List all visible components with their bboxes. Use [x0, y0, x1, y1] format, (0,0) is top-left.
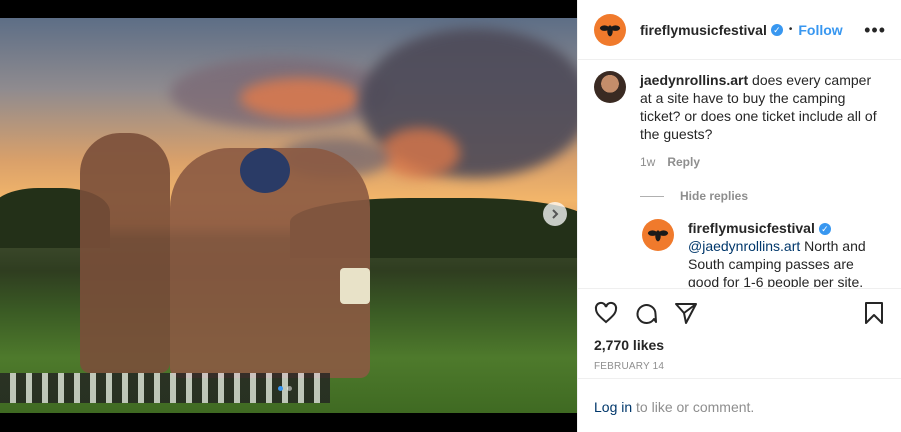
login-prompt: Log in to like or comment.	[578, 378, 901, 415]
reply-mention[interactable]: @jaedynrollins.art	[688, 238, 800, 254]
carousel-dot	[278, 386, 283, 391]
like-count[interactable]: 2,770 likes	[594, 337, 886, 353]
firefly-logo-icon	[647, 230, 669, 242]
account-avatar[interactable]	[594, 13, 626, 46]
post-photo[interactable]	[0, 0, 577, 432]
festival-scene-image	[0, 18, 577, 413]
account-username[interactable]: fireflymusicfestival	[640, 22, 767, 38]
carousel-dot	[287, 386, 292, 391]
comments-section[interactable]: jaedynrollins.art does every camper at a…	[578, 61, 901, 287]
comment-age: 1w	[640, 155, 656, 169]
chevron-right-icon	[552, 209, 559, 219]
next-slide-button[interactable]	[543, 202, 567, 226]
follow-button[interactable]: Follow	[798, 22, 842, 38]
reply-avatar[interactable]	[642, 219, 674, 251]
login-link[interactable]: Log in	[594, 399, 632, 415]
post-sidebar: fireflymusicfestival ✓ • Follow ••• jaed…	[577, 0, 901, 432]
firefly-logo-icon	[599, 24, 621, 36]
reply-comment: fireflymusicfestival ✓ @jaedynrollins.art…	[578, 203, 901, 287]
separator-dot: •	[788, 24, 793, 35]
more-options-button[interactable]: •••	[864, 21, 886, 39]
reply-body: fireflymusicfestival ✓ @jaedynrollins.art…	[688, 219, 886, 287]
reply-button[interactable]: Reply	[667, 155, 700, 169]
login-suffix: to like or comment.	[632, 399, 755, 415]
comment-body: jaedynrollins.art does every camper at a…	[640, 71, 886, 143]
bookmark-icon[interactable]	[862, 301, 886, 325]
reply-username[interactable]: fireflymusicfestival	[688, 220, 815, 236]
comment-meta: 1w Reply	[640, 155, 901, 169]
commenter-username[interactable]: jaedynrollins.art	[640, 72, 748, 88]
action-icons	[594, 297, 886, 329]
post-actions: 2,770 likes FEBRUARY 14	[578, 288, 901, 372]
share-icon[interactable]	[674, 301, 698, 325]
commenter-avatar[interactable]	[594, 71, 626, 103]
verified-badge-icon: ✓	[770, 23, 783, 36]
heart-icon[interactable]	[594, 301, 618, 325]
carousel-indicator	[278, 386, 292, 391]
instagram-post: fireflymusicfestival ✓ • Follow ••• jaed…	[0, 0, 901, 432]
hide-replies-label: Hide replies	[680, 189, 749, 203]
comment-icon[interactable]	[634, 301, 658, 325]
verified-badge-icon: ✓	[818, 223, 831, 236]
post-date: FEBRUARY 14	[594, 361, 665, 372]
comment: jaedynrollins.art does every camper at a…	[578, 61, 901, 143]
divider-line	[640, 195, 664, 197]
post-header: fireflymusicfestival ✓ • Follow •••	[578, 0, 901, 60]
hide-replies-button[interactable]: Hide replies	[640, 189, 901, 203]
